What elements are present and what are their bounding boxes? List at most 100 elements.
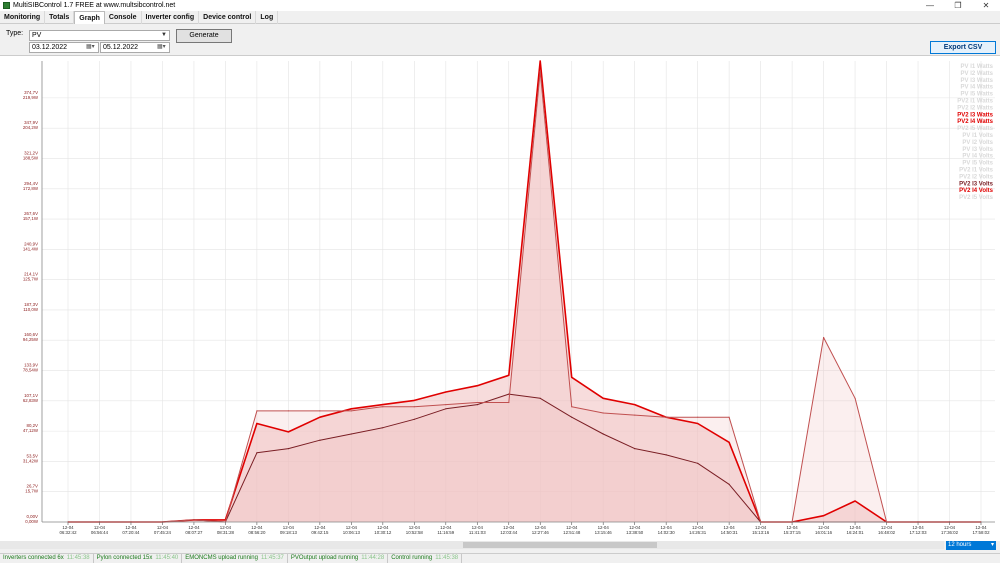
- title-bar: MultiSIBControl 1.7 FREE at www.multsibc…: [0, 0, 1000, 11]
- data-point: [665, 416, 667, 418]
- data-point: [287, 410, 289, 412]
- status-pylon: Pylon connected 15x 11:45:40: [94, 554, 183, 563]
- data-point: [602, 433, 604, 435]
- data-point: [445, 404, 447, 406]
- date-from-picker[interactable]: 03.12.2022 ▦▾: [29, 42, 99, 53]
- data-point: [539, 70, 541, 72]
- data-point: [508, 401, 510, 404]
- tab-log[interactable]: Log: [256, 11, 279, 24]
- generate-button[interactable]: Generate: [176, 29, 232, 43]
- y-tick-label: 62,83W: [23, 398, 39, 403]
- data-point: [697, 416, 699, 418]
- tab-graph[interactable]: Graph: [74, 11, 105, 24]
- legend-item: PV2 I5 Watts: [957, 126, 993, 132]
- status-text: PVOutput upload running: [290, 555, 359, 561]
- y-tick-label: 78,54W: [23, 368, 39, 373]
- graph-controls: Type: PV ▼ 03.12.2022 ▦▾ 05.12.2022 ▦▾ G…: [0, 25, 1000, 55]
- x-tick-label: 14:02:30: [658, 530, 676, 535]
- data-point: [287, 448, 289, 450]
- data-point: [445, 391, 447, 393]
- data-point: [634, 448, 636, 450]
- legend-item: PV I2 Volts: [962, 140, 993, 146]
- status-text: EMONCMS upload running: [185, 555, 258, 561]
- export-csv-button[interactable]: Export CSV: [930, 41, 996, 54]
- data-point: [413, 399, 415, 401]
- x-tick-label: 07:20:44: [122, 530, 140, 535]
- data-point: [854, 500, 856, 502]
- data-point: [319, 410, 321, 412]
- data-point: [382, 427, 384, 429]
- range-select[interactable]: 12 hours ▾: [946, 541, 996, 550]
- legend-item: PV2 I3 Watts: [957, 112, 993, 118]
- x-tick-label: 07:45:24: [154, 530, 172, 535]
- data-point: [476, 385, 478, 387]
- data-point: [382, 406, 384, 408]
- data-point: [539, 397, 541, 399]
- date-to-picker[interactable]: 05.12.2022 ▦▾: [100, 42, 170, 53]
- close-button[interactable]: ✕: [972, 0, 1000, 11]
- data-point: [728, 416, 730, 418]
- pv-chart: 0,00V0,00W26,7V15,7W53,5V31,42W80,2V47,1…: [23, 60, 995, 535]
- data-point: [823, 336, 825, 339]
- legend-item: PV2 I3 Volts: [959, 181, 994, 187]
- series-area: [68, 71, 981, 523]
- window-title: MultiSIBControl 1.7 FREE at www.multsibc…: [13, 2, 176, 9]
- chevron-down-icon: ▼: [161, 32, 167, 38]
- x-tick-label: 14:26:31: [689, 530, 707, 535]
- x-tick-label: 10:06:13: [343, 530, 361, 535]
- minimize-button[interactable]: —: [916, 0, 944, 11]
- window-controls: — ❐ ✕: [916, 0, 1000, 11]
- calendar-icon: ▦▾: [157, 44, 166, 50]
- legend-item: PV I2 Watts: [961, 71, 994, 77]
- x-tick-label: 11:16:59: [437, 530, 454, 535]
- x-tick-label: 12:27:46: [532, 530, 550, 535]
- chevron-down-icon: ▾: [990, 542, 994, 548]
- x-tick-label: 11:41:03: [469, 530, 486, 535]
- data-point: [319, 439, 321, 441]
- legend-item: PV2 I4 Watts: [957, 119, 993, 125]
- data-point: [256, 422, 258, 425]
- tab-monitoring[interactable]: Monitoring: [0, 11, 46, 24]
- legend-item: PV I4 Watts: [961, 85, 994, 91]
- chart-scrollbar[interactable]: [0, 541, 944, 549]
- x-tick-label: 06:56:44: [91, 530, 109, 535]
- x-tick-label: 13:15:46: [595, 530, 613, 535]
- y-tick-label: 110,0W: [23, 307, 39, 312]
- legend-item: PV2 I2 Volts: [959, 174, 994, 180]
- data-point: [350, 410, 352, 412]
- data-point: [319, 416, 321, 418]
- status-control: Control running 11:45:38: [388, 554, 463, 563]
- data-point: [508, 374, 510, 376]
- type-label: Type:: [6, 30, 24, 37]
- data-point: [539, 60, 541, 62]
- legend-item: PV2 I1 Watts: [957, 99, 993, 105]
- data-point: [728, 483, 730, 485]
- y-tick-label: 47,12W: [23, 428, 39, 433]
- type-select[interactable]: PV ▼: [29, 30, 170, 41]
- data-point: [413, 406, 415, 408]
- data-point: [413, 418, 415, 420]
- tab-device-control[interactable]: Device control: [199, 11, 257, 24]
- y-tick-label: 141,4W: [23, 246, 39, 251]
- y-tick-label: 125,7W: [23, 277, 39, 282]
- data-point: [445, 408, 447, 410]
- x-tick-label: 14:50:31: [721, 530, 739, 535]
- x-tick-label: 08:56:20: [248, 530, 266, 535]
- data-point: [193, 519, 195, 521]
- tab-console[interactable]: Console: [105, 11, 142, 24]
- chart-series: [67, 60, 982, 523]
- data-point: [665, 454, 667, 456]
- maximize-button[interactable]: ❐: [944, 0, 972, 11]
- tab-bar: Monitoring Totals Graph Console Inverter…: [0, 11, 1000, 24]
- type-select-value: PV: [32, 32, 42, 39]
- x-tick-label: 17:12:03: [909, 530, 927, 535]
- scrollbar-thumb[interactable]: [463, 542, 657, 548]
- y-tick-label: 15,7W: [25, 489, 39, 494]
- status-inverters: Inverters connected 6x 11:45:38: [0, 554, 94, 563]
- y-tick-label: 0,00W: [25, 519, 39, 524]
- status-time: 11:45:38: [66, 555, 90, 561]
- tab-inverter-config[interactable]: Inverter config: [142, 11, 200, 24]
- tab-totals[interactable]: Totals: [45, 11, 75, 24]
- x-tick-label: 12:03:44: [500, 530, 518, 535]
- x-tick-label: 08:31:28: [217, 530, 235, 535]
